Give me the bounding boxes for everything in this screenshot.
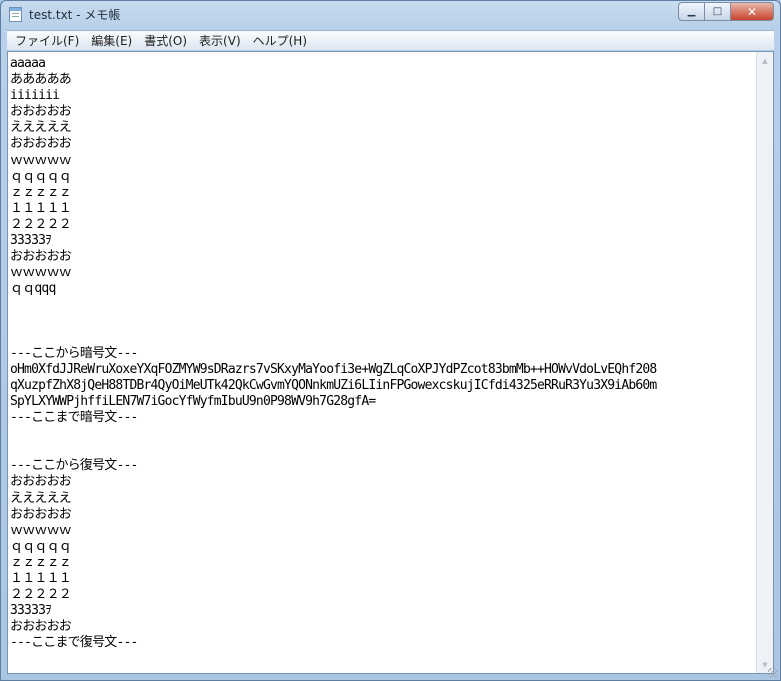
text-line: １１１１１ [10, 571, 72, 586]
text-line: aaaaa [10, 56, 46, 71]
text-editor[interactable]: aaaaa あああああ iiiiiii おおおおお えええええ おおおおお ｗｗｗｗｗ ｑｑｑ… [7, 51, 774, 674]
scroll-up-arrow-icon[interactable]: ▲ [757, 52, 773, 69]
text-line [10, 426, 755, 442]
text-line: oHm0XfdJJReWruXoxeYXqFOZMYW9sDRazrs7vSKx… [10, 361, 657, 377]
text-line: 33333ｦ [10, 233, 52, 249]
text-line: ---ここから復号文--- [10, 458, 138, 474]
title-bar[interactable]: test.txt - メモ帳 ▁ □ ✕ [1, 1, 780, 29]
text-line: ２２２２２ [10, 216, 72, 232]
text-line: えええええ [10, 120, 72, 136]
text-line: ｗｗｗｗｗ [10, 522, 72, 538]
text-line: ｑｑｑｑｑ [10, 168, 72, 184]
notepad-window: test.txt - メモ帳 ▁ □ ✕ ファイル(F) 編集(E) 書式(O)… [0, 0, 781, 681]
menu-file[interactable]: ファイル(F) [9, 32, 85, 50]
text-line: ---ここから暗号文--- [10, 345, 138, 361]
text-line: １１１１１ [10, 200, 72, 216]
text-line [10, 297, 755, 313]
resize-grip-icon[interactable] [768, 668, 778, 678]
menu-edit[interactable]: 編集(E) [85, 32, 138, 50]
caption-buttons: ▁ □ ✕ [678, 2, 774, 21]
text-line: ２２２２２ [10, 587, 72, 603]
text-line: qXuzpfZhX8jQeH88TDBr4QyOiMeUTk42QkCwGvmY… [10, 377, 657, 393]
notepad-icon[interactable] [9, 7, 22, 22]
text-line: ---ここまで暗号文--- [10, 410, 138, 426]
text-line: おおおおお [10, 474, 72, 490]
text-line: 33333ｦ [10, 603, 52, 619]
menu-view[interactable]: 表示(V) [193, 32, 247, 50]
text-line: えええええ [10, 490, 72, 506]
text-line: ---ここまで復号文--- [10, 635, 138, 651]
window-title: test.txt - メモ帳 [29, 8, 121, 22]
text-line [10, 330, 755, 346]
text-line: ｑｑｑｑｑ [10, 538, 72, 554]
text-line: ｚｚｚｚｚ [10, 554, 72, 570]
text-line: ｗｗｗｗｗ [10, 152, 72, 168]
text-line: おおおおお [10, 104, 72, 120]
text-line: ｚｚｚｚｚ [10, 184, 72, 200]
menu-format[interactable]: 書式(O) [138, 32, 193, 50]
text-content[interactable]: aaaaa あああああ iiiiiii おおおおお えええええ おおおおお ｗｗｗｗｗ ｑｑｑ… [10, 56, 755, 666]
text-line: SpYLXYWWPjhffiLEN7W7iGocYfWyfmIbuU9n0P98… [10, 393, 376, 409]
text-line [10, 314, 755, 330]
text-line: おおおおお [10, 249, 72, 265]
text-line: ｑｑqqq [10, 281, 56, 297]
text-line: iiiiiii [10, 88, 60, 104]
text-line [10, 442, 755, 458]
minimize-button[interactable]: ▁ [678, 2, 704, 21]
text-line: おおおおお [10, 619, 72, 635]
text-line: あああああ [10, 72, 72, 88]
text-line: ｗｗｗｗｗ [10, 265, 72, 281]
menu-help[interactable]: ヘルプ(H) [247, 32, 313, 50]
close-button[interactable]: ✕ [730, 2, 774, 21]
menu-bar: ファイル(F) 編集(E) 書式(O) 表示(V) ヘルプ(H) [7, 30, 774, 50]
vertical-scrollbar[interactable]: ▲ ▼ [756, 52, 773, 673]
maximize-button[interactable]: □ [704, 2, 730, 21]
text-line: おおおおお [10, 506, 72, 522]
text-line: おおおおお [10, 136, 72, 152]
